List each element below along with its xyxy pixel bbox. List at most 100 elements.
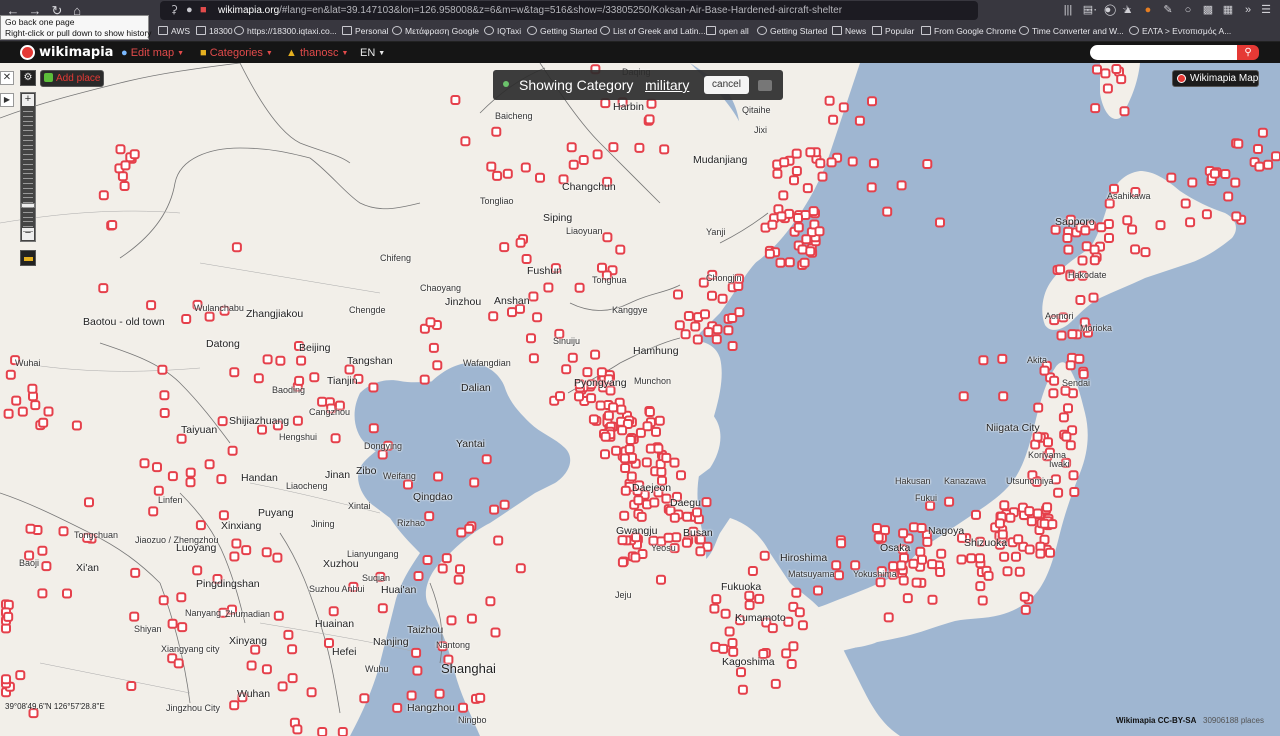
extension-globe-icon[interactable]: ○ (1180, 3, 1196, 18)
military-place-marker[interactable] (515, 237, 526, 248)
url-text[interactable]: wikimapia.org/#lang=en&lat=39.147103&lon… (218, 4, 842, 17)
military-place-marker[interactable] (871, 523, 882, 533)
military-place-marker[interactable] (626, 471, 637, 482)
military-place-marker[interactable] (499, 242, 510, 253)
military-place-marker[interactable] (1187, 177, 1198, 188)
military-place-marker[interactable] (1254, 161, 1265, 172)
military-place-marker[interactable] (377, 603, 388, 614)
bookmark-item[interactable]: Getting Started (527, 25, 597, 38)
military-place-marker[interactable] (392, 702, 403, 713)
military-place-marker[interactable] (566, 142, 577, 153)
military-place-marker[interactable] (1122, 215, 1133, 226)
military-place-marker[interactable] (277, 681, 288, 692)
military-place-marker[interactable] (866, 182, 877, 193)
military-place-marker[interactable] (574, 282, 585, 293)
military-place-marker[interactable] (129, 149, 140, 160)
military-place-marker[interactable] (413, 571, 424, 581)
menu-icon[interactable]: ☰ (1258, 3, 1274, 18)
military-place-marker[interactable] (1047, 519, 1058, 530)
military-place-marker[interactable] (617, 535, 628, 546)
military-place-marker[interactable] (767, 219, 778, 230)
military-place-marker[interactable] (273, 610, 284, 621)
military-place-marker[interactable] (1053, 487, 1064, 498)
military-place-marker[interactable] (883, 612, 894, 623)
military-place-marker[interactable] (181, 314, 192, 324)
military-place-marker[interactable] (611, 445, 622, 456)
military-place-marker[interactable] (567, 352, 578, 363)
military-place-marker[interactable] (1209, 168, 1220, 179)
military-place-marker[interactable] (337, 727, 348, 736)
military-place-marker[interactable] (600, 449, 610, 460)
military-place-marker[interactable] (229, 551, 240, 562)
military-place-marker[interactable] (507, 307, 517, 318)
military-place-marker[interactable] (944, 496, 955, 507)
military-place-marker[interactable] (1223, 191, 1234, 202)
military-place-marker[interactable] (718, 643, 729, 654)
military-place-marker[interactable] (620, 463, 631, 473)
military-place-marker[interactable] (797, 620, 808, 631)
military-place-marker[interactable] (814, 226, 825, 237)
military-place-marker[interactable] (192, 565, 203, 576)
military-place-marker[interactable] (793, 213, 803, 223)
military-place-marker[interactable] (528, 291, 539, 302)
military-place-marker[interactable] (1166, 172, 1177, 183)
military-place-marker[interactable] (434, 688, 445, 699)
military-place-marker[interactable] (1096, 222, 1107, 233)
military-place-marker[interactable] (292, 724, 303, 735)
military-place-marker[interactable] (651, 426, 661, 437)
military-place-marker[interactable] (309, 372, 320, 383)
bookmark-item[interactable]: Μετάφραση Google (392, 25, 479, 38)
military-place-marker[interactable] (646, 98, 657, 109)
military-place-marker[interactable] (126, 681, 137, 691)
military-place-marker[interactable] (776, 211, 787, 222)
ruler-tool-icon[interactable] (20, 250, 36, 266)
military-place-marker[interactable] (153, 485, 164, 496)
military-place-marker[interactable] (927, 594, 938, 605)
military-place-marker[interactable] (997, 353, 1008, 364)
military-place-marker[interactable] (1081, 241, 1092, 252)
military-place-marker[interactable] (317, 396, 328, 407)
military-place-marker[interactable] (674, 320, 685, 331)
military-place-marker[interactable] (600, 431, 611, 442)
search-input[interactable] (1090, 45, 1238, 60)
military-place-marker[interactable] (98, 283, 109, 294)
military-place-marker[interactable] (1005, 512, 1016, 523)
military-place-marker[interactable] (873, 532, 884, 543)
military-place-marker[interactable] (148, 506, 159, 517)
military-place-marker[interactable] (592, 149, 603, 160)
military-place-marker[interactable] (917, 554, 927, 565)
military-place-marker[interactable] (927, 559, 938, 570)
military-place-marker[interactable] (983, 570, 994, 581)
military-place-marker[interactable] (680, 329, 691, 340)
military-place-marker[interactable] (826, 157, 837, 168)
military-place-marker[interactable] (1068, 470, 1079, 481)
expand-panel-button[interactable]: ▶ (0, 93, 14, 107)
search-button[interactable]: ⚲ (1237, 45, 1259, 60)
military-place-marker[interactable] (306, 687, 317, 698)
permissions-icon[interactable]: ■ (200, 4, 207, 17)
military-place-marker[interactable] (616, 404, 627, 415)
military-place-marker[interactable] (789, 175, 799, 186)
military-place-marker[interactable] (195, 520, 206, 531)
military-place-marker[interactable] (1063, 244, 1074, 255)
military-place-marker[interactable] (167, 471, 178, 482)
military-place-marker[interactable] (707, 290, 717, 301)
military-place-marker[interactable] (778, 190, 789, 201)
military-place-marker[interactable] (836, 538, 847, 549)
military-place-marker[interactable] (1045, 547, 1055, 558)
military-place-marker[interactable] (37, 588, 48, 599)
military-place-marker[interactable] (261, 664, 272, 675)
map-canvas[interactable]: Harbin Baicheng Qitaihe Jixi Mudanjiang Chang… (0, 63, 1280, 736)
military-place-marker[interactable] (775, 257, 786, 268)
bookmark-item[interactable]: IQTaxi (484, 25, 521, 38)
military-place-marker[interactable] (455, 564, 465, 575)
military-place-marker[interactable] (727, 341, 738, 351)
military-place-marker[interactable] (1039, 365, 1050, 376)
zoom-slider[interactable]: + − (20, 92, 36, 242)
military-place-marker[interactable] (437, 563, 448, 574)
military-place-marker[interactable] (27, 383, 38, 394)
military-place-marker[interactable] (294, 375, 305, 386)
military-place-marker[interactable] (854, 115, 865, 126)
military-place-marker[interactable] (1102, 83, 1113, 94)
military-place-marker[interactable] (767, 623, 778, 634)
